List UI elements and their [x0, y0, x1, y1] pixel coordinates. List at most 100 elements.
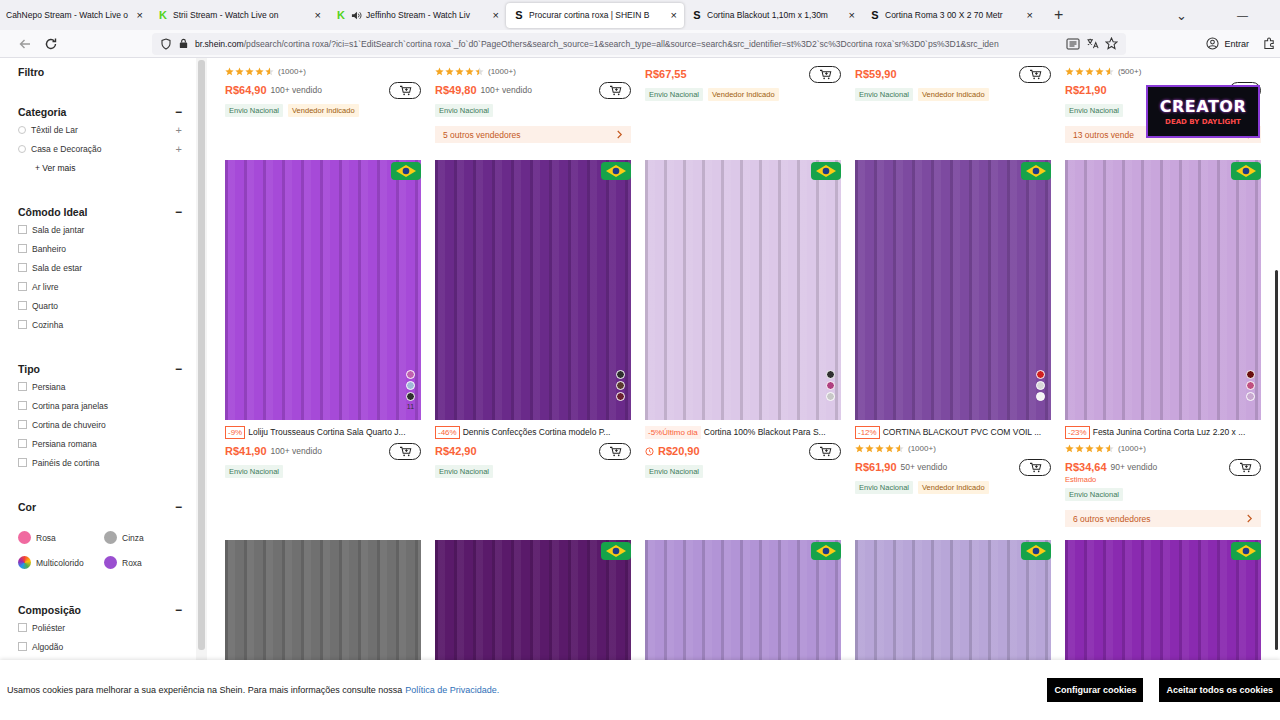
checkbox[interactable] [18, 382, 27, 391]
filter-option[interactable]: Algodão [18, 637, 186, 656]
color-option[interactable] [616, 392, 625, 401]
filter-section-header[interactable]: Categoria− [18, 104, 186, 120]
product-title[interactable]: -23%Festa Junina Cortina Corta Luz 2.20 … [1065, 425, 1261, 439]
browser-tab[interactable]: SProcurar cortina roxa | SHEIN B× [506, 3, 684, 28]
filter-option[interactable]: Roxa [104, 550, 186, 575]
tab-close-button[interactable]: × [849, 9, 855, 21]
add-to-cart-button[interactable] [599, 82, 631, 99]
tab-close-button[interactable]: × [671, 9, 677, 21]
product-image[interactable] [435, 160, 631, 420]
address-bar[interactable]: br.shein.com/pdsearch/cortina roxa/?ici=… [152, 33, 1126, 55]
filter-option[interactable]: Cortina de chuveiro [18, 415, 186, 434]
speaker-icon[interactable] [351, 10, 362, 21]
filter-option[interactable]: Poliéster [18, 618, 186, 637]
other-sellers-link[interactable]: 5 outros vendedores [435, 126, 631, 143]
add-to-cart-button[interactable] [389, 82, 421, 99]
color-swatch[interactable] [104, 531, 117, 544]
new-tab-button[interactable]: + [1054, 6, 1063, 24]
checkbox[interactable] [18, 401, 27, 410]
product-image[interactable] [1065, 160, 1261, 420]
translate-icon[interactable] [1086, 37, 1099, 50]
color-option[interactable] [826, 392, 835, 401]
filter-option[interactable]: Painéis de cortina [18, 453, 186, 472]
color-swatch[interactable] [18, 556, 31, 569]
color-option[interactable] [1036, 370, 1045, 379]
checkbox[interactable] [18, 458, 27, 467]
product-card[interactable]: R$67,55Envio NacionalVendedor Indicado [645, 62, 841, 160]
color-option[interactable] [1036, 381, 1045, 390]
page-scrollbar[interactable] [1272, 58, 1280, 720]
minimize-button[interactable]: — [1237, 9, 1248, 21]
color-option[interactable] [1246, 381, 1255, 390]
add-to-cart-button[interactable] [1019, 459, 1051, 476]
filter-option[interactable]: Cinza [104, 525, 186, 550]
filter-option[interactable]: Persiana romana [18, 434, 186, 453]
color-option[interactable] [1246, 392, 1255, 401]
browser-tab[interactable]: CahNepo Stream - Watch Live o× [0, 3, 150, 28]
filter-section-header[interactable]: Tipo− [18, 361, 186, 377]
browser-tab[interactable]: KJeffinho Stream - Watch Liv× [328, 3, 506, 28]
product-card[interactable]: -46%Dennis Confecções Cortina modelo P..… [435, 160, 631, 540]
tab-close-button[interactable]: × [493, 9, 499, 21]
product-card[interactable]: (1000+)R$64,90100+ vendidoEnvio Nacional… [225, 62, 421, 160]
filter-option[interactable]: Rosa [18, 525, 104, 550]
cookie-button[interactable]: Aceitar todos os cookies [1159, 678, 1280, 702]
filter-option[interactable]: Banheiro [18, 239, 186, 258]
add-to-cart-button[interactable] [389, 443, 421, 460]
color-option[interactable] [826, 381, 835, 390]
color-option[interactable] [826, 370, 835, 379]
lock-icon[interactable] [178, 38, 189, 49]
tab-list-button[interactable]: ⌄ [1176, 8, 1187, 23]
other-sellers-link[interactable]: 6 outros vendedores [1065, 510, 1261, 527]
filter-option[interactable]: Cortina para janelas [18, 396, 186, 415]
color-option[interactable] [1246, 370, 1255, 379]
checkbox[interactable] [18, 263, 27, 272]
filter-option[interactable]: Ar livre [18, 277, 186, 296]
checkbox[interactable] [18, 301, 27, 310]
browser-tab[interactable]: SCortina Blackout 1,10m x 1,30m× [684, 3, 862, 28]
filter-section-header[interactable]: Cor− [18, 499, 186, 515]
browser-tab[interactable]: KStrii Stream - Watch Live on× [150, 3, 328, 28]
color-option[interactable] [406, 381, 415, 390]
extensions-icon[interactable] [1263, 37, 1276, 50]
collapse-toggle[interactable]: − [175, 105, 186, 119]
filter-option[interactable]: Cozinha [18, 315, 186, 334]
privacy-policy-link[interactable]: Política de Privacidade. [405, 685, 499, 695]
radio-button[interactable] [18, 126, 26, 134]
filter-option[interactable]: Têxtil de Lar+ [18, 120, 186, 139]
radio-button[interactable] [18, 145, 26, 153]
filter-option[interactable]: Persiana [18, 377, 186, 396]
product-image[interactable]: 11 [225, 160, 421, 420]
collapse-toggle[interactable]: − [175, 500, 186, 514]
filter-option[interactable]: Quarto [18, 296, 186, 315]
add-to-cart-button[interactable] [599, 443, 631, 460]
sidebar-scrollbar[interactable] [196, 58, 207, 720]
product-title[interactable]: -9%Loliju Trousseaus Cortina Sala Quarto… [225, 425, 421, 439]
product-image[interactable] [855, 160, 1051, 420]
filter-option[interactable]: Casa e Decoração+ [18, 139, 186, 158]
filter-option[interactable]: + Ver mais [18, 158, 186, 177]
checkbox[interactable] [18, 623, 27, 632]
color-option[interactable] [406, 392, 415, 401]
checkbox[interactable] [18, 642, 27, 651]
collapse-toggle[interactable]: − [175, 205, 186, 219]
checkbox[interactable] [18, 439, 27, 448]
product-card[interactable]: -5%Último diaCortina 100% Blackout Para … [645, 160, 841, 540]
color-option[interactable] [1036, 392, 1045, 401]
shield-icon[interactable] [160, 38, 172, 50]
tab-close-button[interactable]: × [137, 9, 143, 21]
product-card[interactable]: (1000+)R$49,80100+ vendidoEnvio Nacional… [435, 62, 631, 160]
tab-close-button[interactable]: × [1027, 9, 1033, 21]
collapse-toggle[interactable]: − [175, 362, 186, 376]
product-card[interactable]: R$59,90Envio NacionalVendedor Indicado [855, 62, 1051, 160]
color-option[interactable] [616, 370, 625, 379]
checkbox[interactable] [18, 244, 27, 253]
add-to-cart-button[interactable] [809, 443, 841, 460]
checkbox[interactable] [18, 282, 27, 291]
expand-button[interactable]: + [176, 143, 186, 155]
product-card[interactable]: -23%Festa Junina Cortina Corta Luz 2.20 … [1065, 160, 1261, 540]
expand-button[interactable]: + [176, 124, 186, 136]
filter-section-header[interactable]: Cômodo Ideal− [18, 204, 186, 220]
add-to-cart-button[interactable] [809, 66, 841, 83]
product-title[interactable]: -46%Dennis Confecções Cortina modelo P..… [435, 425, 631, 439]
